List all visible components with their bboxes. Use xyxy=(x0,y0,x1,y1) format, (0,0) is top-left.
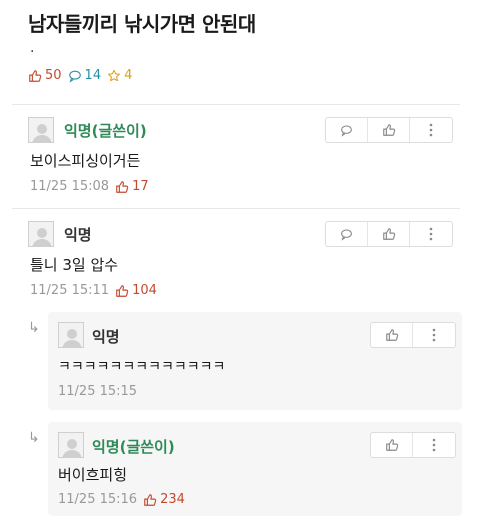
reply-arrow-icon: ↳ xyxy=(28,320,40,336)
comment-like-count: 17 xyxy=(115,179,149,194)
thumbs-up-icon xyxy=(116,180,129,193)
comment-text: 보이스피싱이거든 xyxy=(30,152,141,170)
comment-author: 익명(글쓴이) xyxy=(92,438,175,456)
reply-item: 익명 ㅋㅋㅋㅋㅋㅋㅋㅋㅋㅋㅋㅋㅋ 11/25 15:15 xyxy=(48,312,462,410)
more-button[interactable] xyxy=(410,222,452,246)
comment-like-count: 234 xyxy=(143,492,185,507)
comment-meta: 11/25 15:08 17 xyxy=(30,179,149,194)
like-button[interactable] xyxy=(368,118,410,142)
post-title: 남자들끼리 낚시가면 안된대 xyxy=(28,12,256,36)
comment-author: 익명(글쓴이) xyxy=(64,122,147,140)
speech-bubble-icon xyxy=(341,125,352,137)
comment-text: 버이흐피힝 xyxy=(58,466,128,484)
comment-meta: 11/25 15:11 104 xyxy=(30,283,157,298)
post-comment-number: 14 xyxy=(84,68,102,83)
comment-like-number: 104 xyxy=(132,283,157,298)
post-scrap-count[interactable]: 4 xyxy=(107,68,132,83)
reply-item: 익명(글쓴이) 버이흐피힝 11/25 15:16 234 xyxy=(48,422,462,516)
comment-author: 익명 xyxy=(64,226,92,244)
comment-time: 11/25 15:15 xyxy=(58,384,138,399)
more-vertical-icon xyxy=(432,438,436,452)
comment-text: ㅋㅋㅋㅋㅋㅋㅋㅋㅋㅋㅋㅋㅋ xyxy=(58,359,226,375)
like-button[interactable] xyxy=(368,222,410,246)
comment-meta: 11/25 15:16 234 xyxy=(58,492,185,507)
thumbs-up-icon xyxy=(144,493,157,506)
avatar xyxy=(28,221,54,247)
thumbs-up-icon xyxy=(382,228,395,240)
avatar xyxy=(58,322,84,348)
speech-bubble-icon xyxy=(341,229,352,241)
comment-like-number: 234 xyxy=(160,492,185,507)
thumbs-up-icon xyxy=(116,284,129,297)
more-button[interactable] xyxy=(413,323,455,347)
avatar xyxy=(28,117,54,143)
thumbs-up-icon xyxy=(385,329,398,341)
post-scrap-number: 4 xyxy=(124,68,133,83)
thumbs-up-icon xyxy=(385,439,398,451)
speech-bubble-icon xyxy=(68,70,81,83)
more-vertical-icon xyxy=(429,227,433,241)
reply-button[interactable] xyxy=(326,118,368,142)
post-comment-count: 14 xyxy=(68,68,102,83)
comment-author: 익명 xyxy=(92,328,120,346)
star-icon xyxy=(108,69,121,81)
post-body: . xyxy=(30,40,35,56)
comment-actions xyxy=(370,432,456,458)
more-button[interactable] xyxy=(410,118,452,142)
comment-meta: 11/25 15:15 xyxy=(58,384,137,399)
thumbs-up-icon xyxy=(382,124,395,136)
divider xyxy=(12,208,460,209)
post-like-count[interactable]: 50 xyxy=(28,68,62,83)
like-button[interactable] xyxy=(371,323,413,347)
like-button[interactable] xyxy=(371,433,413,457)
comment-time: 11/25 15:08 xyxy=(30,179,110,194)
comment-actions xyxy=(325,221,453,247)
reply-button[interactable] xyxy=(326,222,368,246)
comment-like-number: 17 xyxy=(132,179,149,194)
post-like-number: 50 xyxy=(45,68,62,83)
comment-time: 11/25 15:16 xyxy=(58,492,138,507)
divider xyxy=(12,104,460,105)
more-button[interactable] xyxy=(413,433,455,457)
more-vertical-icon xyxy=(432,328,436,342)
comment-like-count: 104 xyxy=(115,283,157,298)
comment-actions xyxy=(325,117,453,143)
comment-text: 틀니 3일 압수 xyxy=(30,256,119,274)
thumbs-up-icon xyxy=(29,69,42,82)
avatar xyxy=(58,432,84,458)
reply-arrow-icon: ↳ xyxy=(28,430,40,446)
post-stats: 50 14 4 xyxy=(28,68,132,83)
comment-actions xyxy=(370,322,456,348)
more-vertical-icon xyxy=(429,123,433,137)
comment-time: 11/25 15:11 xyxy=(30,283,110,298)
